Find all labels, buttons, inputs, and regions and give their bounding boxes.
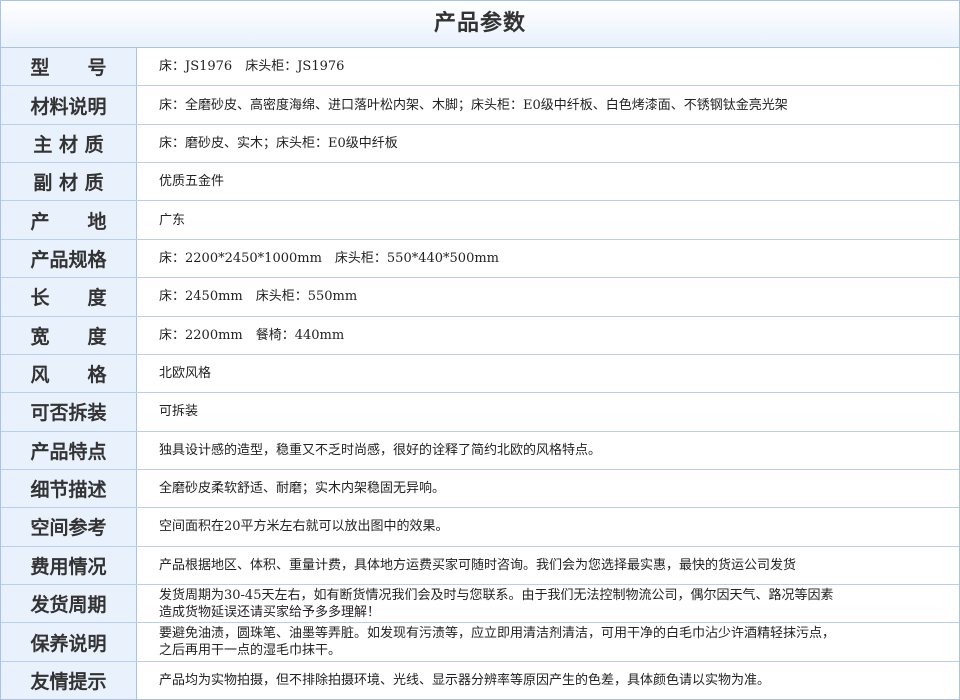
row-value: 要避免油渍，圆珠笔、油墨等弄脏。如发现有污渍等，应立即用清洁剂清洁，可用干净的白…: [159, 626, 836, 659]
row-label-cell: 长 度: [1, 278, 137, 316]
row-label-cell: 细节描述: [1, 469, 137, 508]
table-row: 宽 度 床：2200mm 餐椅：440mm: [1, 316, 959, 355]
row-label: 产品特点: [30, 440, 107, 463]
row-value: 北欧风格: [159, 366, 212, 382]
row-label: 空间参考: [30, 517, 107, 540]
row-label-cell: 副 材 质: [1, 163, 137, 201]
row-label: 可否拆装: [30, 402, 107, 425]
row-value-cell: 床：2200mm 餐椅：440mm: [137, 316, 959, 354]
row-value-cell: 广东: [137, 201, 959, 239]
row-value-cell: 床：2450mm 床头柜：550mm: [137, 278, 959, 316]
row-value-cell: 床：磨砂皮、实木；床头柜：E0级中纤板: [137, 124, 959, 163]
page-title: 产品参数: [433, 11, 526, 36]
row-value-cell: 可拆装: [137, 393, 959, 431]
table-row: 空间参考 空间面积在20平方米左右就可以放出图中的效果。: [1, 508, 959, 547]
table-row: 费用情况 产品根据地区、体积、重量计费，具体地方运费买家可随时咨询。我们会为您选择…: [1, 546, 959, 586]
row-label-cell: 主 材 质: [1, 124, 137, 163]
row-value-cell: 产品均为实物拍摄，但不排除拍摄环境、光线、显示器分辨率等原因产生的色差，具体颜色…: [137, 661, 959, 700]
row-label-cell: 风 格: [1, 354, 137, 393]
row-value-cell: 全磨砂皮柔软舒适、耐磨；实木内架稳固无异响。: [137, 469, 959, 508]
row-label: 产 地: [30, 210, 107, 233]
row-label: 细节描述: [30, 479, 107, 502]
table-row: 细节描述 全磨砂皮柔软舒适、耐磨；实木内架稳固无异响。: [1, 469, 959, 509]
row-label: 产品规格: [30, 248, 107, 271]
row-value: 床：全磨砂皮、高密度海绵、进口落叶松内架、木脚；床头柜：E0级中纤板、白色烤漆面…: [159, 97, 788, 113]
row-value-cell: 独具设计感的造型，稳重又不乏时尚感，很好的诠释了简约北欧的风格特点。: [137, 431, 959, 469]
row-value-cell: 要避免油渍，圆珠笔、油墨等弄脏。如发现有污渍等，应立即用清洁剂清洁，可用干净的白…: [137, 623, 959, 661]
table-row: 材料说明 床：全磨砂皮、高密度海绵、进口落叶松内架、木脚；床头柜：E0级中纤板、白…: [1, 86, 959, 125]
row-label-cell: 友情提示: [1, 661, 137, 700]
row-value-cell: 北欧风格: [137, 354, 959, 393]
row-value: 床：2200mm 餐椅：440mm: [159, 327, 345, 343]
row-label-cell: 可否拆装: [1, 393, 137, 431]
row-label: 风 格: [30, 364, 107, 387]
row-label-cell: 产 地: [1, 201, 137, 239]
row-label-cell: 宽 度: [1, 316, 137, 354]
table-row: 产品特点 独具设计感的造型，稳重又不乏时尚感，很好的诠释了简约北欧的风格特点。: [1, 431, 959, 470]
row-label-cell: 保养说明: [1, 623, 137, 661]
row-value: 发货周期为30-45天左右，如有断货情况我们会及时与您联系。由于我们无法控制物流…: [159, 587, 834, 620]
table-row: 主 材 质 床：磨砂皮、实木；床头柜：E0级中纤板: [1, 124, 959, 164]
row-value: 床：2450mm 床头柜：550mm: [159, 289, 358, 305]
row-value: 独具设计感的造型，稳重又不乏时尚感，很好的诠释了简约北欧的风格特点。: [159, 442, 602, 458]
row-value: 空间面积在20平方米左右就可以放出图中的效果。: [159, 519, 449, 535]
row-value-cell: 床：2200*2450*1000mm 床头柜：550*440*500mm: [137, 239, 959, 278]
row-label: 友情提示: [30, 670, 107, 693]
row-label-cell: 产品规格: [1, 239, 137, 278]
row-label: 型 号: [30, 57, 107, 80]
row-value: 产品根据地区、体积、重量计费，具体地方运费买家可随时咨询。我们会为您选择最实惠，…: [159, 557, 797, 573]
row-label: 保养说明: [30, 632, 107, 655]
row-label: 费用情况: [30, 555, 107, 578]
row-value: 产品均为实物拍摄，但不排除拍摄环境、光线、显示器分辨率等原因产生的色差，具体颜色…: [159, 672, 771, 688]
row-label: 长 度: [30, 287, 107, 310]
table-row: 产 地 广东: [1, 201, 959, 240]
row-value: 床：2200*2450*1000mm 床头柜：550*440*500mm: [159, 250, 499, 266]
row-label-cell: 产品特点: [1, 431, 137, 469]
row-value-cell: 床：全磨砂皮、高密度海绵、进口落叶松内架、木脚；床头柜：E0级中纤板、白色烤漆面…: [137, 86, 959, 124]
table-row: 副 材 质 优质五金件: [1, 163, 959, 202]
table-row: 友情提示 产品均为实物拍摄，但不排除拍摄环境、光线、显示器分辨率等原因产生的色差，…: [1, 661, 959, 700]
product-parameters-sheet: 产品参数 型 号 床：JS1976 床头柜：JS1976 材料说明 床：全磨砂皮、高密…: [0, 0, 960, 700]
row-value-cell: 产品根据地区、体积、重量计费，具体地方运费买家可随时咨询。我们会为您选择最实惠，…: [137, 546, 959, 585]
row-label: 发货周期: [30, 594, 107, 617]
row-value-cell: 发货周期为30-45天左右，如有断货情况我们会及时与您联系。由于我们无法控制物流…: [137, 585, 959, 623]
table-row: 风 格 北欧风格: [1, 354, 959, 394]
row-label: 宽 度: [30, 325, 107, 348]
table-row: 长 度 床：2450mm 床头柜：550mm: [1, 278, 959, 317]
table-row: 保养说明 要避免油渍，圆珠笔、油墨等弄脏。如发现有污渍等，应立即用清洁剂清洁，可用…: [1, 623, 959, 662]
sheet-header: 产品参数: [1, 1, 959, 48]
row-value-cell: 床：JS1976 床头柜：JS1976: [137, 48, 959, 86]
row-label-cell: 费用情况: [1, 546, 137, 585]
row-value: 床：JS1976 床头柜：JS1976: [159, 59, 345, 75]
row-label-cell: 材料说明: [1, 86, 137, 124]
row-label: 主 材 质: [33, 133, 104, 156]
row-value: 床：磨砂皮、实木；床头柜：E0级中纤板: [159, 135, 398, 151]
row-value: 全磨砂皮柔软舒适、耐磨；实木内架稳固无异响。: [159, 481, 446, 497]
row-label-cell: 型 号: [1, 48, 137, 86]
row-value: 广东: [159, 212, 186, 228]
table-row: 型 号 床：JS1976 床头柜：JS1976: [1, 48, 959, 87]
row-label: 副 材 质: [33, 172, 104, 195]
row-label-cell: 发货周期: [1, 585, 137, 623]
row-value: 可拆装: [159, 404, 199, 420]
table-row: 产品规格 床：2200*2450*1000mm 床头柜：550*440*500mm: [1, 239, 959, 279]
parameters-table: 型 号 床：JS1976 床头柜：JS1976 材料说明 床：全磨砂皮、高密度海绵、进…: [1, 48, 959, 700]
table-row: 可否拆装 可拆装: [1, 393, 959, 432]
row-value: 优质五金件: [159, 174, 225, 190]
row-value-cell: 空间面积在20平方米左右就可以放出图中的效果。: [137, 508, 959, 546]
row-value-cell: 优质五金件: [137, 163, 959, 201]
row-label: 材料说明: [30, 95, 107, 118]
table-row: 发货周期 发货周期为30-45天左右，如有断货情况我们会及时与您联系。由于我们无法…: [1, 585, 959, 624]
row-label-cell: 空间参考: [1, 508, 137, 546]
